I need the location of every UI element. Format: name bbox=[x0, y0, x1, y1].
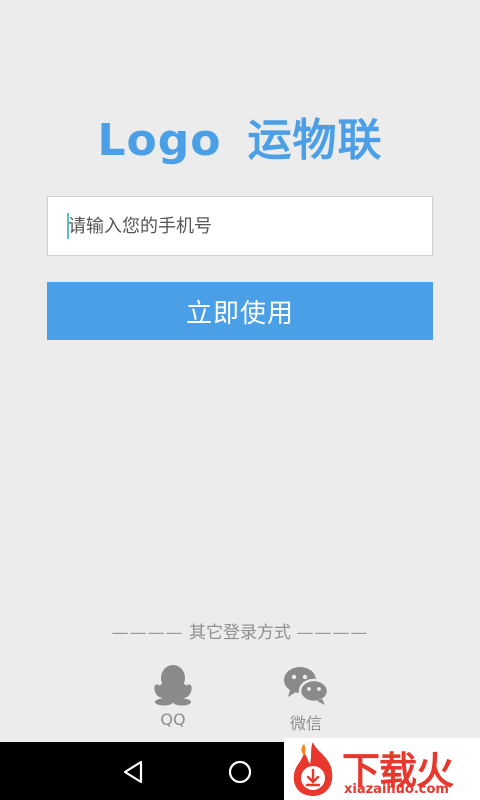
qq-penguin-icon bbox=[154, 665, 192, 706]
other-login-divider: ———— 其它登录方式 ———— bbox=[0, 618, 480, 643]
divider-dashes-right: ———— bbox=[296, 623, 369, 643]
qq-login-button[interactable]: QQ bbox=[128, 664, 218, 729]
back-button[interactable] bbox=[113, 757, 153, 787]
phone-number-field[interactable] bbox=[47, 196, 433, 256]
logo-text: Logo bbox=[97, 115, 222, 166]
phone-number-input[interactable] bbox=[48, 197, 432, 255]
other-login-title: 其它登录方式 bbox=[189, 623, 291, 643]
home-button[interactable] bbox=[220, 757, 260, 787]
app-name: 运物联 bbox=[247, 115, 383, 166]
watermark-url: xiazaihuo.com bbox=[344, 782, 449, 797]
wechat-icon bbox=[284, 667, 330, 705]
wechat-login-button[interactable]: 微信 bbox=[261, 664, 351, 734]
divider-dashes-left: ———— bbox=[111, 623, 184, 643]
home-circle-icon bbox=[228, 760, 252, 784]
back-triangle-icon bbox=[123, 760, 143, 784]
flame-logo-icon bbox=[293, 742, 333, 796]
wechat-login-label: 微信 bbox=[289, 714, 322, 733]
download-site-watermark: 下载火 xiazaihuo.com bbox=[284, 738, 480, 800]
app-logo: Logo 运物联 bbox=[0, 104, 480, 168]
qq-login-label: QQ bbox=[160, 710, 186, 729]
use-now-button[interactable]: 立即使用 bbox=[47, 282, 433, 340]
text-cursor bbox=[67, 213, 69, 239]
